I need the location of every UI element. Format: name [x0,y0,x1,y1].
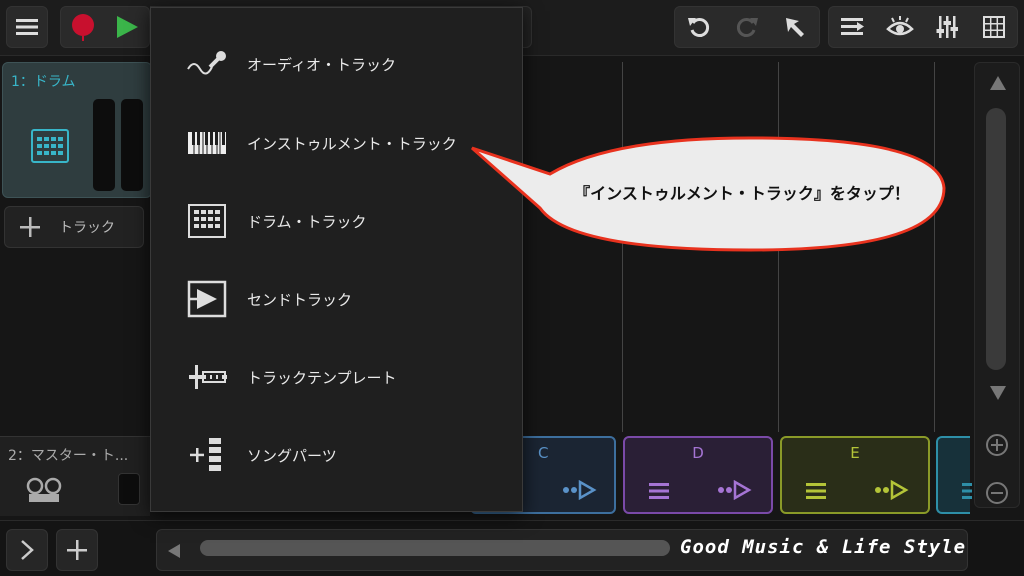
level-meter-right [121,99,143,191]
mixer-sliders-icon [936,16,958,38]
menu-item-label: トラックテンプレート [247,368,397,387]
clip-send-icon [875,480,909,500]
send-track-icon [185,279,229,319]
eye-icon [885,16,914,36]
drum-pad-icon [31,129,69,163]
plus-icon [20,217,40,237]
undo-icon [688,18,710,37]
record-icon[interactable] [69,11,97,43]
expand-button[interactable] [6,529,48,571]
clip-list-icon [806,483,826,499]
clip-send-icon [563,480,597,500]
menu-item-send-track[interactable]: センドトラック [151,269,524,329]
tape-reel-icon [26,477,62,502]
redo-button[interactable] [723,6,771,48]
track-template-icon [185,357,229,397]
menu-item-label: センドトラック [247,290,353,309]
drum-track-header[interactable]: 1：ドラム [2,62,152,198]
transport-controls [60,6,150,48]
callout-text: 『インストゥルメント・トラック』をタップ！ [574,184,910,203]
view-button[interactable] [876,6,923,48]
zoom-out-icon[interactable] [985,481,1009,505]
zoom-in-icon[interactable] [985,433,1009,457]
level-meter-left [93,99,115,191]
mixer-button[interactable] [923,6,970,48]
song-parts-icon [185,435,229,475]
clip-label: D [692,444,704,462]
add-track-button[interactable]: トラック [4,206,144,248]
piano-keyboard-icon [185,123,229,163]
clip-label: C [538,444,549,462]
add-track-label: トラック [59,220,115,236]
track-name: 1：ドラム [11,74,76,90]
menu-item-song-parts[interactable]: ソングパーツ [151,425,524,485]
undo-button[interactable] [675,6,723,48]
clip-f-partial[interactable] [936,436,972,514]
microphone-icon [185,44,229,84]
drum-pad-icon [185,201,229,241]
menu-item-label: オーディオ・トラック [247,55,396,74]
grid-icon [982,16,1005,38]
scroll-left-icon[interactable] [167,543,181,559]
grid-view-button[interactable] [970,6,1017,48]
vertical-scroll-thumb[interactable] [986,108,1006,370]
list-arrow-icon [840,18,864,35]
chevron-right-icon [21,540,34,560]
clip-e[interactable]: E [780,436,930,514]
menu-item-audio-track[interactable]: オーディオ・トラック [151,34,524,94]
app-window: 1：ドラム トラック 2：マスター・ト... C D E Good Music … [0,0,1024,576]
add-part-button[interactable] [56,529,98,571]
clip-send-icon [718,480,752,500]
menu-item-label: インストゥルメント・トラック [247,134,457,153]
pointer-tool-button[interactable] [771,6,819,48]
menu-item-label: ドラム・トラック [247,212,367,231]
scroll-down-icon[interactable] [989,385,1007,401]
clip-list-icon [649,483,669,499]
master-track-header[interactable]: 2：マスター・ト... [0,436,150,516]
track-list-button[interactable] [829,6,876,48]
play-icon[interactable] [115,15,139,39]
edit-tools [674,6,820,48]
clip-label: E [850,444,860,462]
menu-button[interactable] [6,6,48,48]
clip-d[interactable]: D [623,436,773,514]
arrow-pointer-icon [786,18,804,37]
plus-icon [67,540,87,560]
watermark-text: Good Music & Life Style [680,536,967,558]
master-meter [118,473,140,505]
scroll-up-icon[interactable] [989,75,1007,91]
menu-item-track-template[interactable]: トラックテンプレート [151,347,524,407]
redo-icon [736,18,758,37]
clip-list-icon [962,483,972,499]
horizontal-scroll-thumb[interactable] [200,540,670,556]
master-track-name: 2：マスター・ト... [8,448,129,464]
hamburger-icon [16,19,38,35]
view-tools [828,6,1018,48]
menu-item-label: ソングパーツ [247,446,337,465]
